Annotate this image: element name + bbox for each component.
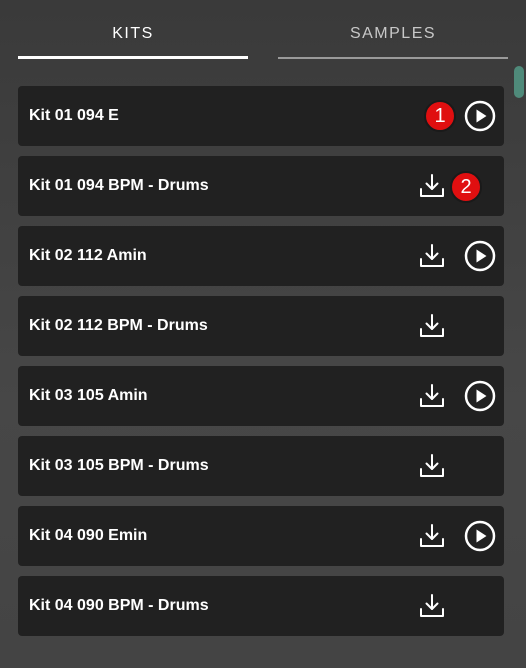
download-icon[interactable] xyxy=(416,450,448,482)
play-circle-icon[interactable] xyxy=(464,100,496,132)
play-circle-icon[interactable] xyxy=(464,380,496,412)
kit-row[interactable]: Kit 01 094 BPM - Drums 2 xyxy=(18,156,504,216)
kit-name: Kit 04 090 Emin xyxy=(29,527,148,544)
scrollbar-thumb[interactable] xyxy=(514,66,524,98)
tab-kits-label: KITS xyxy=(112,25,154,42)
download-icon[interactable] xyxy=(416,590,448,622)
tab-bar: KITS SAMPLES xyxy=(0,0,526,64)
kit-row[interactable]: Kit 02 112 BPM - Drums xyxy=(18,296,504,356)
download-icon[interactable] xyxy=(416,170,448,202)
tab-kits[interactable]: KITS xyxy=(18,0,248,62)
kit-row[interactable]: Kit 01 094 E 1 xyxy=(18,86,504,146)
download-icon[interactable] xyxy=(416,380,448,412)
kit-row[interactable]: Kit 04 090 Emin xyxy=(18,506,504,566)
kit-name: Kit 03 105 Amin xyxy=(29,387,148,404)
kit-name: Kit 01 094 BPM - Drums xyxy=(29,177,209,194)
kit-name: Kit 02 112 BPM - Drums xyxy=(29,317,208,334)
kit-name: Kit 03 105 BPM - Drums xyxy=(29,457,209,474)
kit-name: Kit 01 094 E xyxy=(29,107,119,124)
tab-samples-underline xyxy=(278,57,508,59)
kit-row[interactable]: Kit 04 090 BPM - Drums xyxy=(18,576,504,636)
step-badge: 1 xyxy=(424,100,456,132)
play-circle-icon[interactable] xyxy=(464,520,496,552)
kit-name: Kit 04 090 BPM - Drums xyxy=(29,597,209,614)
kit-name: Kit 02 112 Amin xyxy=(29,247,147,264)
tab-kits-underline xyxy=(18,56,248,59)
kits-panel: KITS SAMPLES Kit 01 094 E 1 Kit 01 094 BPM… xyxy=(0,0,526,668)
tab-samples-label: SAMPLES xyxy=(349,25,437,42)
step-badge: 2 xyxy=(450,171,482,203)
download-icon[interactable] xyxy=(416,520,448,552)
tab-samples[interactable]: SAMPLES xyxy=(278,0,508,62)
download-icon[interactable] xyxy=(416,240,448,272)
kit-row[interactable]: Kit 02 112 Amin xyxy=(18,226,504,286)
play-circle-icon[interactable] xyxy=(464,240,496,272)
kit-row[interactable]: Kit 03 105 Amin xyxy=(18,366,504,426)
download-icon[interactable] xyxy=(416,310,448,342)
kit-row[interactable]: Kit 03 105 BPM - Drums xyxy=(18,436,504,496)
